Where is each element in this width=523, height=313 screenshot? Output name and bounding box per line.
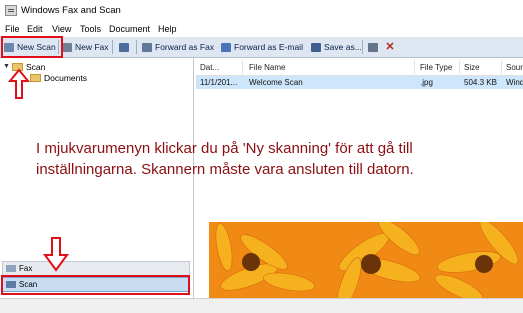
column-divider[interactable] — [242, 60, 243, 74]
column-source[interactable]: Sourc — [506, 63, 523, 72]
title-bar: Windows Fax and Scan — [0, 0, 523, 22]
forward-as-email-label: Forward as E-mail — [234, 42, 303, 52]
menu-edit[interactable]: Edit — [27, 24, 43, 34]
fax-icon — [62, 42, 72, 52]
cell-file-type: .jpg — [420, 78, 433, 87]
menu-help[interactable]: Help — [158, 24, 177, 34]
new-fax-button[interactable]: New Fax — [62, 40, 109, 54]
save-as-button[interactable]: Save as... — [311, 40, 362, 54]
fax-icon — [6, 265, 16, 272]
column-date[interactable]: Dat... — [200, 63, 219, 72]
arrow-up-icon — [8, 68, 30, 99]
menu-document[interactable]: Document — [109, 24, 150, 34]
toolbar-separator — [362, 40, 363, 54]
delete-button[interactable]: ✕ — [385, 40, 398, 54]
email-icon — [221, 42, 231, 52]
menu-bar: File Edit View Tools Document Help — [0, 22, 523, 37]
flower-photo — [209, 222, 523, 298]
toolbar-separator — [112, 40, 113, 54]
contacts-button[interactable] — [119, 40, 132, 54]
printer-icon — [368, 42, 378, 52]
nav-tab-label: Fax — [19, 264, 33, 273]
cell-source: Wind — [506, 78, 523, 87]
toolbar: New Scan New Fax Forward as Fax Forward … — [0, 37, 523, 58]
table-row[interactable]: 11/1/201... Welcome Scan .jpg 504.3 KB W… — [196, 76, 523, 89]
print-button[interactable] — [368, 40, 381, 54]
forward-as-fax-label: Forward as Fax — [155, 42, 215, 52]
column-divider[interactable] — [501, 60, 502, 74]
menu-view[interactable]: View — [52, 24, 71, 34]
file-list-header: Dat... File Name File Type Size Sourc — [196, 58, 523, 76]
instruction-caption: I mjukvarumenyn klickar du på 'Ny skanni… — [36, 140, 414, 178]
tree-item-label: Documents — [44, 72, 87, 83]
delete-x-icon: ✕ — [385, 40, 395, 53]
window-title: Windows Fax and Scan — [21, 5, 121, 16]
folder-icon — [30, 73, 41, 82]
forward-as-fax-button[interactable]: Forward as Fax — [142, 40, 214, 54]
menu-tools[interactable]: Tools — [80, 24, 101, 34]
arrow-down-icon — [43, 237, 69, 272]
tree-item-documents[interactable]: Documents — [30, 72, 87, 83]
forward-as-email-button[interactable]: Forward as E-mail — [221, 40, 303, 54]
nav-tab-fax[interactable]: Fax — [2, 261, 190, 276]
contacts-icon — [119, 42, 129, 52]
fax-forward-icon — [142, 42, 152, 52]
menu-file[interactable]: File — [5, 24, 20, 34]
save-icon — [311, 42, 321, 52]
column-divider[interactable] — [414, 60, 415, 74]
highlight-box-new-scan — [1, 36, 63, 58]
status-bar — [0, 298, 523, 313]
fax-scan-app-icon — [5, 5, 17, 16]
save-as-label: Save as... — [324, 42, 362, 52]
cell-date: 11/1/201... — [200, 78, 238, 87]
column-file-name[interactable]: File Name — [249, 63, 285, 72]
highlight-box-scan-tab — [1, 275, 190, 295]
column-size[interactable]: Size — [464, 63, 480, 72]
cell-size: 504.3 KB — [464, 78, 497, 87]
column-divider[interactable] — [459, 60, 460, 74]
scan-preview-image — [209, 222, 523, 298]
column-file-type[interactable]: File Type — [420, 63, 452, 72]
new-fax-label: New Fax — [75, 42, 109, 52]
cell-file-name: Welcome Scan — [249, 78, 303, 87]
toolbar-separator — [136, 40, 137, 54]
